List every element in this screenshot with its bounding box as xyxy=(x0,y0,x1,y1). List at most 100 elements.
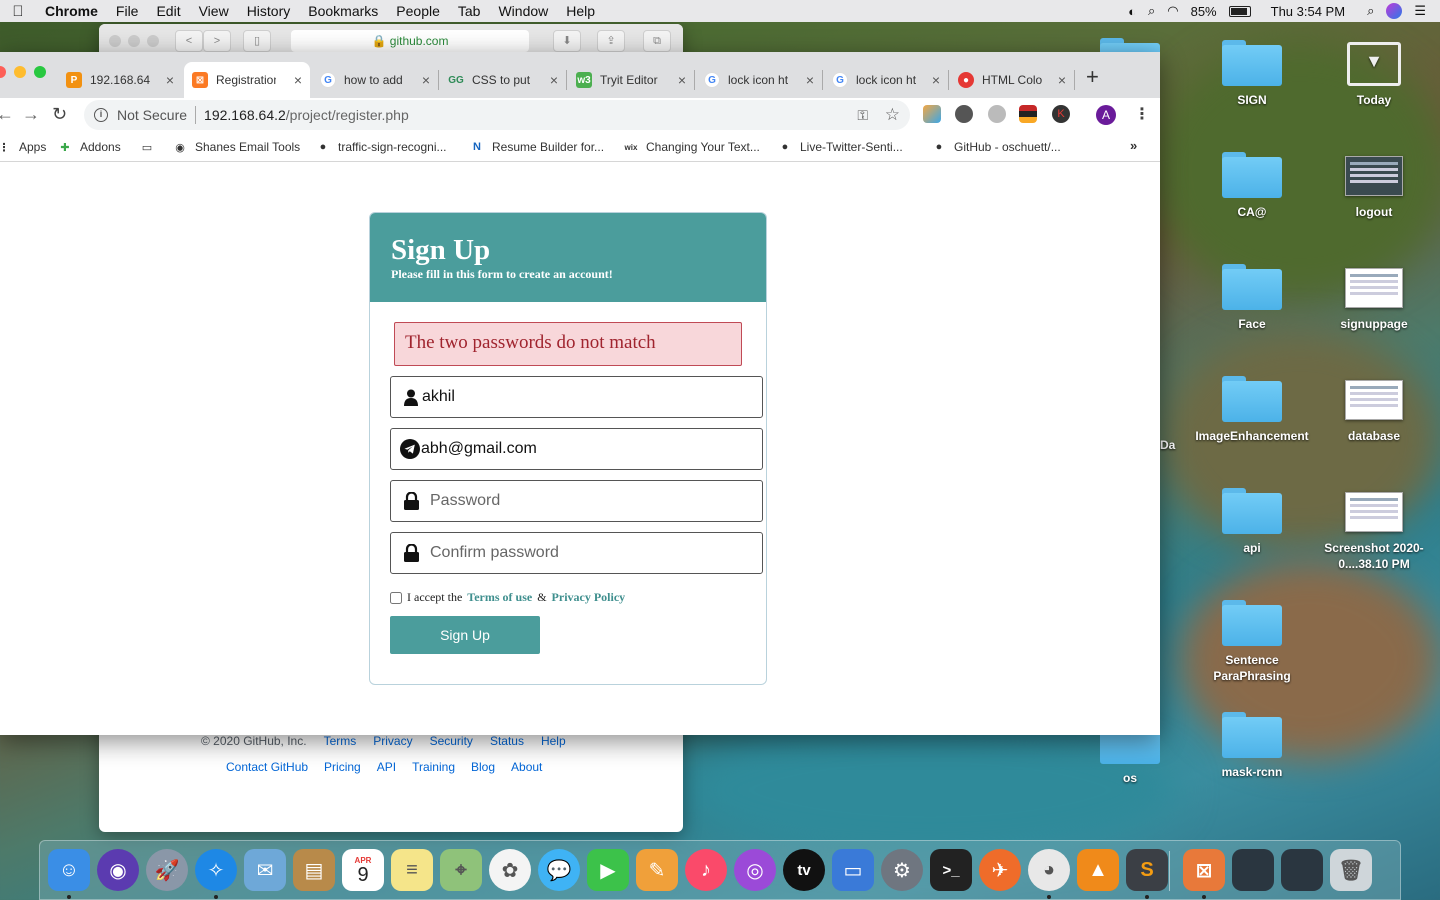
status-app-icon[interactable]: ◐ xyxy=(1128,4,1136,19)
close-tab-icon[interactable]: × xyxy=(932,72,940,88)
spotlight-lens-icon[interactable]: ⌕ xyxy=(1148,3,1155,19)
close-window-icon[interactable] xyxy=(0,66,6,78)
extension-icon[interactable] xyxy=(923,105,941,123)
username-field[interactable] xyxy=(390,376,763,418)
password-input[interactable] xyxy=(430,492,750,510)
signup-button[interactable]: Sign Up xyxy=(390,616,540,654)
apple-menu-icon[interactable]:  xyxy=(0,3,36,20)
vlc-icon[interactable]: ▲ xyxy=(1077,849,1119,891)
safari-icon[interactable]: ✧ xyxy=(195,849,237,891)
chrome-icon[interactable]: ◕ xyxy=(1028,849,1070,891)
menu-help[interactable]: Help xyxy=(557,3,604,19)
extension-brush-icon[interactable] xyxy=(955,105,973,123)
terminal-icon[interactable]: >_ xyxy=(930,849,972,891)
tab-phpmyadmin[interactable]: P 192.168.64. × xyxy=(58,62,182,98)
minimize-window-icon[interactable] xyxy=(14,66,26,78)
url-text[interactable]: 192.168.64.2/project/register.php xyxy=(204,107,409,123)
desktop-today[interactable]: Today xyxy=(1314,42,1434,108)
window-thumb-icon[interactable] xyxy=(1281,849,1323,891)
password-field[interactable] xyxy=(390,480,763,522)
not-secure-label[interactable]: Not Secure xyxy=(117,107,187,123)
calendar-icon[interactable]: APR 9 xyxy=(342,849,384,891)
github-terms-link[interactable]: Terms xyxy=(324,734,357,748)
bookmark-live-twitter[interactable]: ● Live-Twitter-Senti... xyxy=(777,139,903,155)
confirm-password-input[interactable] xyxy=(430,544,750,562)
desktop-folder-api[interactable]: api xyxy=(1192,488,1312,556)
forward-arrow-icon[interactable]: → xyxy=(22,104,40,125)
bookmark-folder[interactable]: ▭ xyxy=(139,139,155,155)
tab-html-color[interactable]: ● HTML Color × xyxy=(950,62,1074,98)
desktop-folder-face[interactable]: Face xyxy=(1192,264,1312,332)
notes-icon[interactable]: ≡ xyxy=(391,849,433,891)
address-bar[interactable]: i Not Secure 192.168.64.2/project/regist… xyxy=(84,100,910,130)
bookmark-github-oschuett[interactable]: ● GitHub - oschuett/... xyxy=(931,139,1061,155)
siri-icon[interactable]: ◉ xyxy=(97,849,139,891)
close-tab-icon[interactable]: × xyxy=(422,72,430,88)
bookmark-star-icon[interactable]: ☆ xyxy=(885,105,900,125)
bookmark-traffic-sign[interactable]: ● traffic-sign-recogni... xyxy=(315,139,447,155)
minimize-dot-icon[interactable] xyxy=(128,34,140,47)
bookmark-resume-builder[interactable]: N Resume Builder for... xyxy=(469,139,604,155)
close-tab-icon[interactable]: × xyxy=(678,72,686,88)
close-tab-icon[interactable]: × xyxy=(166,72,174,88)
podcasts-icon[interactable]: ◎ xyxy=(734,849,776,891)
photos-icon[interactable]: ✿ xyxy=(489,849,531,891)
tab-lock-icon-1[interactable]: G lock icon ht × xyxy=(696,62,822,98)
tab-how-to-add[interactable]: G how to add × xyxy=(312,62,438,98)
privacy-policy-link[interactable]: Privacy Policy xyxy=(552,590,626,605)
maps-icon[interactable]: ⌖ xyxy=(440,849,482,891)
confirm-password-field[interactable] xyxy=(390,532,763,574)
bookmark-addons[interactable]: ✚ Addons xyxy=(57,139,120,155)
search-icon[interactable]: ⌕ xyxy=(1367,3,1374,19)
menu-bookmarks[interactable]: Bookmarks xyxy=(299,3,387,19)
github-security-link[interactable]: Security xyxy=(430,734,473,748)
close-tab-icon[interactable]: × xyxy=(1058,72,1066,88)
tabs-overview-icon[interactable]: ⧉ xyxy=(643,30,671,52)
github-api-link[interactable]: API xyxy=(377,760,396,774)
terms-checkbox[interactable] xyxy=(390,591,402,604)
menu-view[interactable]: View xyxy=(190,3,238,19)
close-dot-icon[interactable] xyxy=(109,34,121,47)
desktop-file-database[interactable]: database xyxy=(1314,380,1434,444)
desktop-folder-imageenhancement[interactable]: ImageEnhancement xyxy=(1192,376,1312,444)
bookmark-shanes-email[interactable]: ◉ Shanes Email Tools xyxy=(172,139,300,155)
trash-icon[interactable]: 🗑 xyxy=(1330,849,1372,891)
menubar-clock[interactable]: Thu 3:54 PM xyxy=(1271,4,1345,19)
forward-arrow-icon[interactable]: > xyxy=(203,30,231,52)
finder-icon[interactable]: ☺ xyxy=(48,849,90,891)
desktop-file-logout[interactable]: logout xyxy=(1314,156,1434,220)
messages-icon[interactable]: 💬 xyxy=(538,849,580,891)
github-address-bar[interactable]: 🔒 github.com xyxy=(291,30,529,52)
siri-icon[interactable] xyxy=(1386,3,1403,19)
tab-registration[interactable]: ⊠ Registration × xyxy=(184,62,310,98)
extension-flag-icon[interactable] xyxy=(1019,105,1037,123)
postman-icon[interactable]: ✈ xyxy=(979,849,1021,891)
back-arrow-icon[interactable]: < xyxy=(175,30,203,52)
menu-window[interactable]: Window xyxy=(489,3,557,19)
key-icon[interactable]: ⚿ xyxy=(857,107,868,124)
close-tab-icon[interactable]: × xyxy=(550,72,558,88)
menu-app-name[interactable]: Chrome xyxy=(36,3,107,19)
extension-compass-icon[interactable] xyxy=(988,105,1006,123)
pages-icon[interactable]: ✎ xyxy=(636,849,678,891)
menu-file[interactable]: File xyxy=(107,3,148,19)
github-status-link[interactable]: Status xyxy=(490,734,524,748)
desktop-folder-sign[interactable]: SIGN xyxy=(1192,40,1312,108)
more-menu-icon[interactable]: ⋮ xyxy=(1134,104,1150,124)
launchpad-icon[interactable]: 🚀 xyxy=(146,849,188,891)
extension-k-icon[interactable]: K xyxy=(1052,105,1070,123)
username-input[interactable] xyxy=(422,388,742,406)
github-training-link[interactable]: Training xyxy=(412,760,455,774)
new-tab-plus-icon[interactable]: + xyxy=(1086,64,1099,90)
github-help-link[interactable]: Help xyxy=(541,734,566,748)
bookmark-changing-text[interactable]: wix Changing Your Text... xyxy=(623,139,760,155)
sublime-icon[interactable]: S xyxy=(1126,849,1168,891)
email-field[interactable] xyxy=(390,428,763,470)
zoom-window-icon[interactable] xyxy=(34,66,46,78)
battery-icon[interactable] xyxy=(1228,5,1251,17)
profile-avatar[interactable]: A xyxy=(1096,105,1116,125)
github-privacy-link[interactable]: Privacy xyxy=(373,734,412,748)
tab-lock-icon-2[interactable]: G lock icon ht × xyxy=(824,62,948,98)
github-contact-link[interactable]: Contact GitHub xyxy=(226,760,308,774)
menu-tab[interactable]: Tab xyxy=(449,3,490,19)
